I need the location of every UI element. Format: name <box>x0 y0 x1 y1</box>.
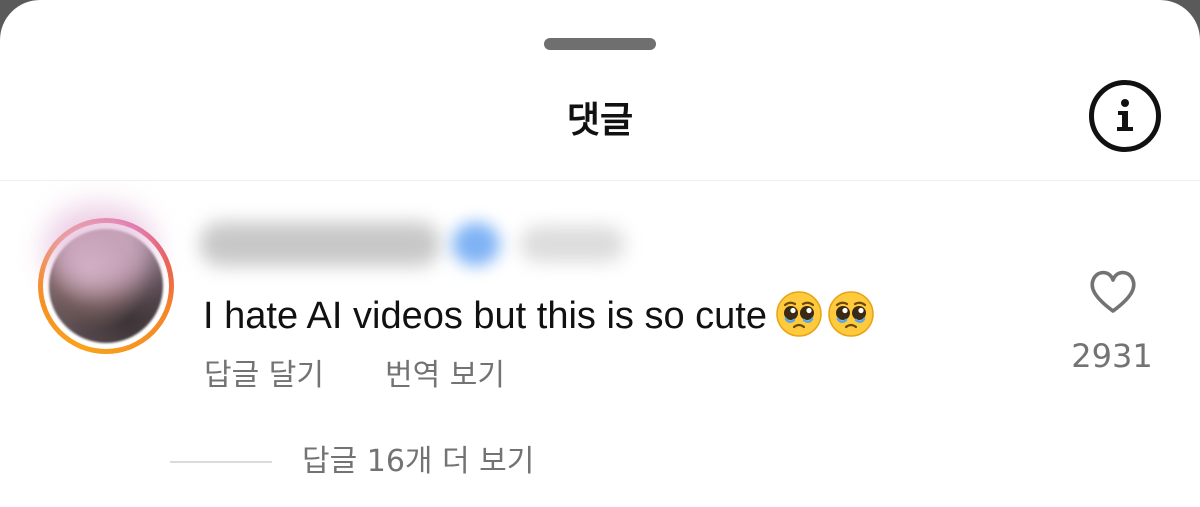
timestamp-redacted <box>520 226 625 262</box>
heart-outline-icon[interactable] <box>1086 265 1140 319</box>
header-divider <box>0 180 1200 181</box>
comment-body: I hate AI videos but this is so cute <box>203 290 875 338</box>
username-redacted[interactable] <box>200 222 440 266</box>
pleading-face-emoji <box>776 291 822 337</box>
replies-divider-line <box>170 461 272 463</box>
view-replies-button[interactable]: 답글 16개 더 보기 <box>302 442 534 482</box>
like-count: 2931 <box>1071 337 1153 375</box>
comments-sheet: 댓글 I hate AI videos but this is so cute <box>0 0 1200 507</box>
info-icon <box>1117 99 1133 131</box>
info-button[interactable] <box>1089 80 1161 152</box>
comment-emojis <box>775 290 875 338</box>
pleading-face-emoji <box>828 291 874 337</box>
drag-handle[interactable] <box>544 38 656 50</box>
comment-text: I hate AI videos but this is so cute <box>203 295 767 337</box>
verified-badge-icon <box>452 222 500 266</box>
reply-button[interactable]: 답글 달기 <box>204 356 324 396</box>
sheet-title: 댓글 <box>566 100 634 141</box>
translate-button[interactable]: 번역 보기 <box>385 356 505 396</box>
avatar-redaction <box>45 205 155 295</box>
